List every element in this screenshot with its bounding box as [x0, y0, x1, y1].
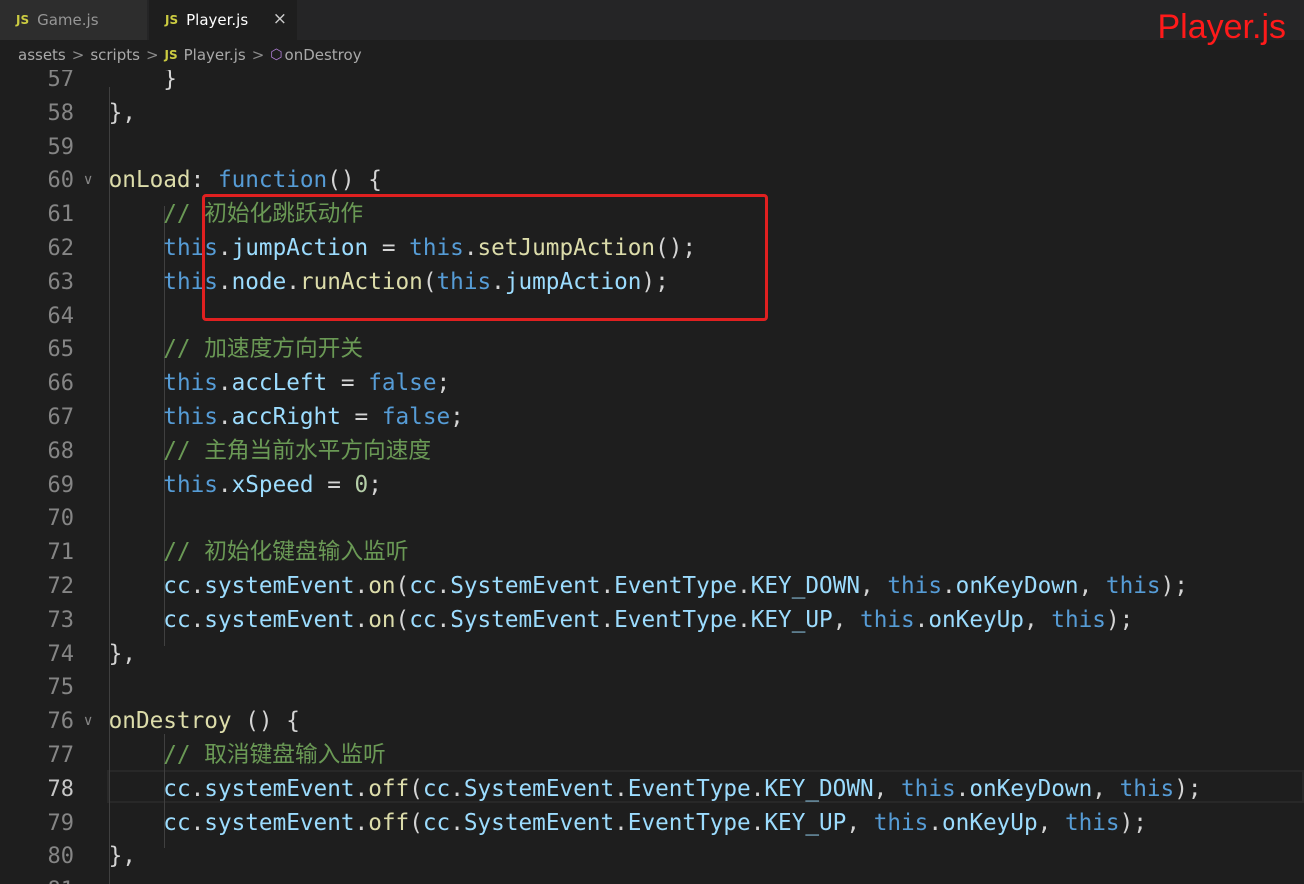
- code-editor[interactable]: 57 } 58 }, 59 60 ∨ onLoad: function() {61 //…: [0, 70, 1304, 884]
- breadcrumb: assets > scripts > JS Player.js > ⬡ onDe…: [0, 40, 1304, 70]
- code-text: this.xSpeed = 0;: [163, 471, 382, 498]
- breadcrumb-folder-scripts[interactable]: scripts: [90, 46, 140, 64]
- code-line[interactable]: 65 // 加速度方向开关: [0, 333, 1304, 367]
- code-text: cc.systemEvent.on(cc.SystemEvent.EventTy…: [163, 606, 1134, 633]
- code-line[interactable]: 74 },: [0, 638, 1304, 672]
- method-cube-icon: ⬡: [270, 47, 283, 63]
- tab-bar: JS Game.js JS Player.js × Player.js: [0, 0, 1304, 46]
- code-text: cc.systemEvent.off(cc.SystemEvent.EventT…: [163, 775, 1202, 802]
- code-text: // 取消键盘输入监听: [54, 742, 386, 768]
- line-number: 81: [0, 874, 75, 884]
- code-text: }: [54, 70, 177, 92]
- code-text: },: [54, 99, 136, 126]
- code-text: this.accRight = false;: [163, 404, 464, 430]
- code-text: },: [54, 640, 136, 667]
- code-line[interactable]: 80 },: [0, 840, 1304, 874]
- highlight-box: [202, 194, 768, 321]
- line-number: 70: [47, 506, 75, 532]
- code-line[interactable]: 78 cc.systemEvent.off(cc.SystemEvent.Eve…: [0, 773, 1304, 807]
- chevron-right-icon: >: [145, 46, 159, 64]
- code-line[interactable]: 76 ∨ onDestroy () {: [0, 705, 1304, 739]
- javascript-file-icon: JS: [16, 13, 30, 27]
- code-text: this.accLeft = false;: [163, 370, 451, 397]
- tab-game-js[interactable]: JS Game.js: [0, 0, 148, 40]
- code-text: cc.systemEvent.off(cc.SystemEvent.EventT…: [163, 809, 1147, 836]
- code-text: },: [54, 843, 136, 870]
- code-line[interactable]: 77 // 取消键盘输入监听: [0, 739, 1304, 773]
- line-number: 59: [47, 134, 75, 160]
- code-text: onDestroy () {: [108, 708, 300, 735]
- tab-label: Player.js: [186, 11, 249, 29]
- code-line[interactable]: 58 },: [0, 97, 1304, 131]
- code-text: // 主角当前水平方向速度: [54, 437, 432, 464]
- code-text: // 加速度方向开关: [54, 336, 364, 363]
- code-line[interactable]: 73 cc.systemEvent.on(cc.SystemEvent.Even…: [0, 604, 1304, 638]
- line-number: 75: [47, 675, 75, 701]
- code-line[interactable]: 75: [0, 671, 1304, 705]
- code-line[interactable]: 68 // 主角当前水平方向速度: [0, 435, 1304, 469]
- javascript-file-icon: JS: [165, 13, 179, 27]
- chevron-right-icon: >: [251, 46, 265, 64]
- breadcrumb-symbol[interactable]: onDestroy: [285, 46, 362, 64]
- tab-player-js[interactable]: JS Player.js ×: [149, 0, 297, 40]
- chevron-right-icon: >: [71, 46, 85, 64]
- code-line[interactable]: 72 cc.systemEvent.on(cc.SystemEvent.Even…: [0, 570, 1304, 604]
- code-line[interactable]: 57 }: [0, 70, 1304, 97]
- code-line[interactable]: 66 this.accLeft = false;: [0, 367, 1304, 401]
- close-icon[interactable]: ×: [273, 9, 287, 29]
- code-text: cc.systemEvent.on(cc.SystemEvent.EventTy…: [163, 573, 1188, 599]
- code-text: // 初始化键盘输入监听: [54, 539, 409, 566]
- code-line[interactable]: 71 // 初始化键盘输入监听: [0, 536, 1304, 570]
- code-line[interactable]: 79 cc.systemEvent.off(cc.SystemEvent.Eve…: [0, 807, 1304, 841]
- javascript-file-icon: JS: [164, 48, 178, 62]
- breadcrumb-folder-assets[interactable]: assets: [18, 46, 66, 64]
- code-line[interactable]: 70: [0, 502, 1304, 536]
- code-line[interactable]: 81: [0, 874, 1304, 884]
- code-line[interactable]: 67 this.accRight = false;: [0, 401, 1304, 435]
- breadcrumb-file[interactable]: Player.js: [184, 46, 246, 64]
- tab-label: Game.js: [37, 11, 99, 29]
- line-number: 64: [47, 303, 75, 329]
- code-line[interactable]: 59: [0, 131, 1304, 165]
- code-line[interactable]: 69 this.xSpeed = 0;: [0, 469, 1304, 503]
